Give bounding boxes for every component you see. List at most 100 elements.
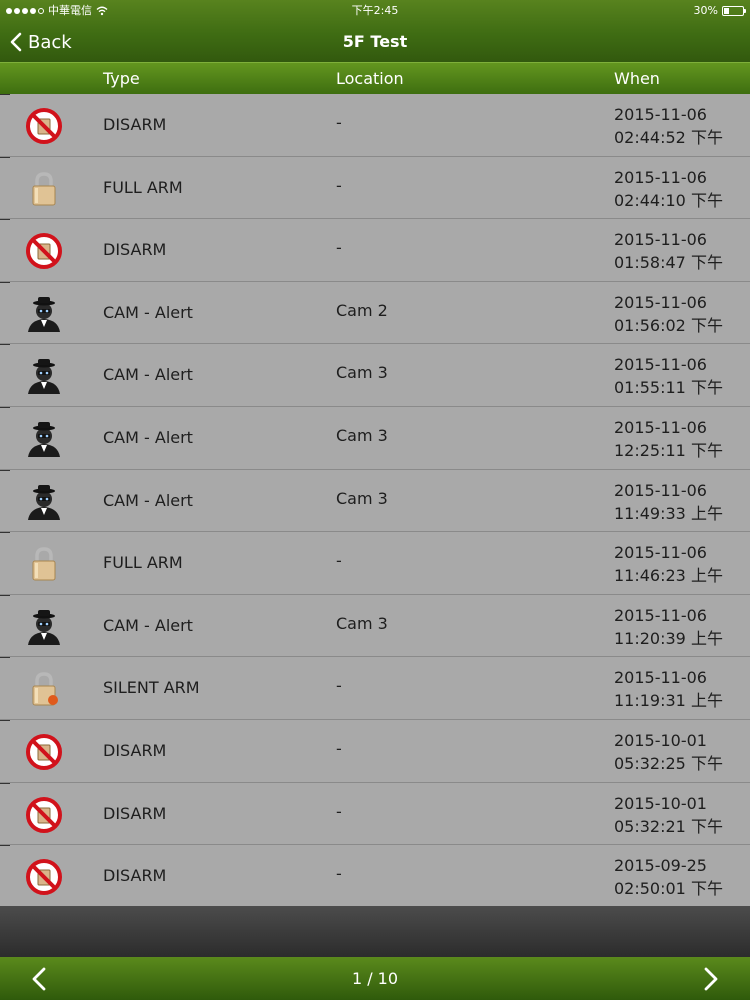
column-when: When	[614, 69, 660, 88]
event-type: CAM - Alert	[103, 302, 193, 322]
event-location: Cam 3	[336, 488, 388, 508]
disarm-icon	[24, 857, 64, 897]
event-date: 2015-11-06	[614, 543, 707, 563]
page-indicator: 1 / 10	[351, 969, 399, 988]
event-list: DISARM - 2015-11-06 02:44:52 下午 FULL ARM - 201…	[0, 94, 750, 908]
nav-bar: Back 5F Test	[0, 22, 750, 62]
event-when: 2015-11-06 11:20:39 上午	[614, 604, 723, 650]
event-time: 02:50:01 下午	[614, 879, 723, 899]
event-when: 2015-11-06 01:58:47 下午	[614, 228, 723, 274]
event-type: SILENT ARM	[103, 678, 200, 698]
event-when: 2015-11-06 11:46:23 上午	[614, 541, 723, 587]
header: 中華電信 下午2:45 30% Back 5F Test	[0, 0, 750, 62]
event-row[interactable]: CAM - Alert Cam 3 2015-11-06 01:55:11 下午	[0, 344, 750, 407]
event-time: 01:56:02 下午	[614, 315, 723, 335]
event-time: 11:49:33 上午	[614, 503, 723, 523]
intruder-icon	[24, 607, 64, 647]
event-type: CAM - Alert	[103, 490, 193, 510]
event-time: 12:25:11 下午	[614, 440, 723, 460]
silent-arm-lock-icon	[24, 669, 64, 709]
intruder-icon	[24, 356, 64, 396]
event-time: 05:32:25 下午	[614, 753, 723, 773]
disarm-icon	[24, 795, 64, 835]
event-location: -	[336, 676, 342, 696]
event-row[interactable]: CAM - Alert Cam 2 2015-11-06 01:56:02 下午	[0, 281, 750, 345]
disarm-icon	[24, 732, 64, 772]
event-location: -	[336, 801, 342, 821]
event-date: 2015-11-06	[614, 668, 707, 688]
event-row[interactable]: DISARM - 2015-10-01 05:32:21 下午	[0, 782, 750, 846]
event-when: 2015-11-06 11:19:31 上午	[614, 666, 723, 712]
event-when: 2015-11-06 01:56:02 下午	[614, 291, 723, 337]
event-time: 11:46:23 上午	[614, 566, 723, 586]
event-location: -	[336, 738, 342, 758]
event-location: Cam 3	[336, 363, 388, 383]
event-row[interactable]: FULL ARM - 2015-11-06 11:46:23 上午	[0, 532, 750, 595]
event-type: DISARM	[103, 803, 167, 823]
event-type: DISARM	[103, 740, 167, 760]
event-when: 2015-10-01 05:32:21 下午	[614, 792, 723, 838]
event-row[interactable]: CAM - Alert Cam 3 2015-11-06 11:49:33 上午	[0, 469, 750, 533]
intruder-icon	[24, 482, 64, 522]
list-footer-area	[0, 906, 750, 957]
event-date: 2015-11-06	[614, 480, 707, 500]
event-location: Cam 2	[336, 300, 388, 320]
event-type: DISARM	[103, 866, 167, 886]
event-when: 2015-11-06 11:49:33 上午	[614, 479, 723, 525]
column-header: Type Location When	[0, 62, 750, 94]
event-time: 01:58:47 下午	[614, 253, 723, 273]
column-type: Type	[103, 69, 140, 88]
event-when: 2015-11-06 12:25:11 下午	[614, 416, 723, 462]
disarm-icon	[24, 231, 64, 271]
status-bar: 中華電信 下午2:45 30%	[0, 0, 750, 22]
event-type: DISARM	[103, 115, 167, 134]
event-date: 2015-10-01	[614, 793, 707, 813]
battery-icon	[722, 6, 746, 16]
back-button[interactable]: Back	[10, 28, 72, 56]
full-arm-lock-icon	[24, 169, 64, 209]
event-time: 02:44:10 下午	[614, 190, 723, 210]
event-date: 2015-10-01	[614, 730, 707, 750]
intruder-icon	[24, 419, 64, 459]
back-label: Back	[28, 31, 72, 53]
intruder-icon	[24, 294, 64, 334]
event-date: 2015-11-06	[614, 417, 707, 437]
event-location: -	[336, 551, 342, 571]
battery-percent: 30%	[693, 4, 718, 17]
event-type: CAM - Alert	[103, 615, 193, 635]
event-row[interactable]: DISARM - 2015-09-25 02:50:01 下午	[0, 845, 750, 908]
event-date: 2015-11-06	[614, 355, 707, 375]
event-row[interactable]: CAM - Alert Cam 3 2015-11-06 11:20:39 上午	[0, 594, 750, 658]
event-date: 2015-11-06	[614, 605, 707, 625]
event-when: 2015-09-25 02:50:01 下午	[614, 854, 723, 900]
battery-level	[724, 8, 729, 14]
app-screen: 中華電信 下午2:45 30% Back 5F Test Type Locati…	[0, 0, 750, 1000]
event-location: Cam 3	[336, 613, 388, 633]
event-type: FULL ARM	[103, 553, 183, 573]
chevron-left-icon	[10, 32, 22, 52]
event-date: 2015-11-06	[614, 105, 707, 124]
event-row[interactable]: DISARM - 2015-11-06 01:58:47 下午	[0, 219, 750, 282]
event-time: 01:55:11 下午	[614, 378, 723, 398]
event-location: -	[336, 238, 342, 258]
pager: 1 / 10	[0, 957, 750, 1000]
column-location: Location	[336, 69, 404, 88]
event-time: 11:20:39 上午	[614, 628, 723, 648]
event-row[interactable]: DISARM - 2015-11-06 02:44:52 下午	[0, 94, 750, 157]
event-row[interactable]: DISARM - 2015-10-01 05:32:25 下午	[0, 719, 750, 783]
next-page-button[interactable]	[696, 965, 724, 993]
event-date: 2015-11-06	[614, 167, 707, 187]
event-row[interactable]: FULL ARM - 2015-11-06 02:44:10 下午	[0, 156, 750, 220]
event-row[interactable]: SILENT ARM - 2015-11-06 11:19:31 上午	[0, 657, 750, 720]
event-date: 2015-11-06	[614, 230, 707, 250]
event-time: 11:19:31 上午	[614, 691, 723, 711]
event-time: 02:44:52 下午	[614, 128, 723, 147]
event-when: 2015-10-01 05:32:25 下午	[614, 729, 723, 775]
event-location: -	[336, 113, 342, 132]
event-date: 2015-09-25	[614, 856, 707, 876]
event-type: CAM - Alert	[103, 365, 193, 385]
status-time: 下午2:45	[351, 4, 399, 17]
status-right: 30%	[693, 0, 746, 22]
event-location: -	[336, 175, 342, 195]
event-row[interactable]: CAM - Alert Cam 3 2015-11-06 12:25:11 下午	[0, 406, 750, 470]
